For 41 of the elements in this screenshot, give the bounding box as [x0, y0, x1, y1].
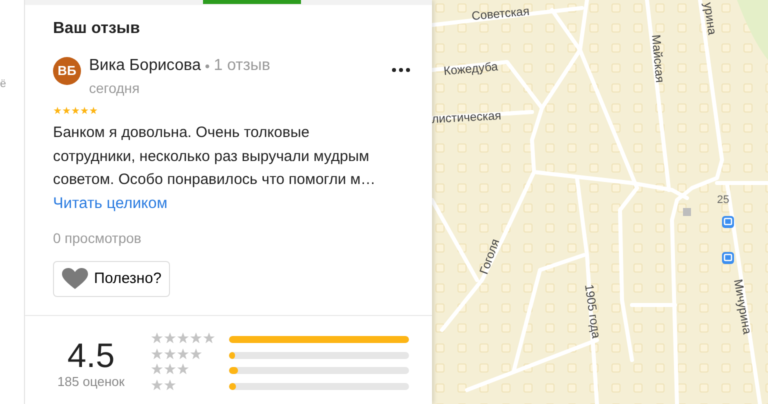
star-icon: [151, 348, 163, 360]
view-count: 0 просмотров: [53, 228, 142, 248]
street-label: урина: [701, 1, 720, 36]
star-icon: [177, 363, 189, 376]
rating-count: 185 оценок: [56, 374, 126, 389]
star-rating: ★★★★★: [53, 107, 99, 117]
review-count: 1 отзыв: [214, 56, 270, 76]
street-label: Майская: [649, 34, 668, 84]
street-label: Гоголя: [476, 237, 502, 276]
heart-icon: [62, 268, 88, 290]
star-icon: [190, 332, 202, 344]
star-icon: [164, 332, 176, 344]
average-score: 4.5: [66, 338, 116, 374]
star-icon: [177, 348, 189, 360]
bus-stop-icon[interactable]: [722, 252, 734, 264]
star-icon: [151, 378, 163, 391]
star-icon: [190, 348, 202, 360]
bus-stop-icon[interactable]: [722, 216, 734, 228]
star-icon: [151, 332, 163, 344]
section-heading: Ваш отзыв: [53, 19, 141, 39]
street-label: Кожедуба: [443, 59, 498, 78]
street-label: листическая: [432, 108, 502, 126]
star-icon: [164, 348, 176, 360]
building-icon: [683, 208, 691, 216]
author-name[interactable]: Вика Борисова: [89, 54, 201, 78]
star-icon: [203, 332, 215, 344]
avatar: ВБ: [53, 57, 81, 85]
helpful-button[interactable]: Полезно?: [53, 260, 170, 297]
star-icon: [164, 378, 176, 391]
street-label: Советская: [471, 4, 530, 23]
cut-text: ё: [0, 78, 6, 90]
house-number: 25: [717, 194, 730, 206]
street-label: 1905 года: [582, 283, 604, 340]
separator: •: [204, 56, 210, 76]
review-text: Банком я довольна. Очень толковые сотрудники, несколько раз выручали мудрым советом. Особо понравилось что помогли м…: [53, 123, 377, 190]
review-date: сегодня: [89, 79, 141, 98]
star-icon: [151, 363, 163, 376]
star-icon: [177, 332, 189, 344]
star-icon: [164, 363, 176, 376]
read-more-link[interactable]: Читать целиком: [53, 194, 168, 212]
street-label: Мичурина: [731, 278, 754, 336]
